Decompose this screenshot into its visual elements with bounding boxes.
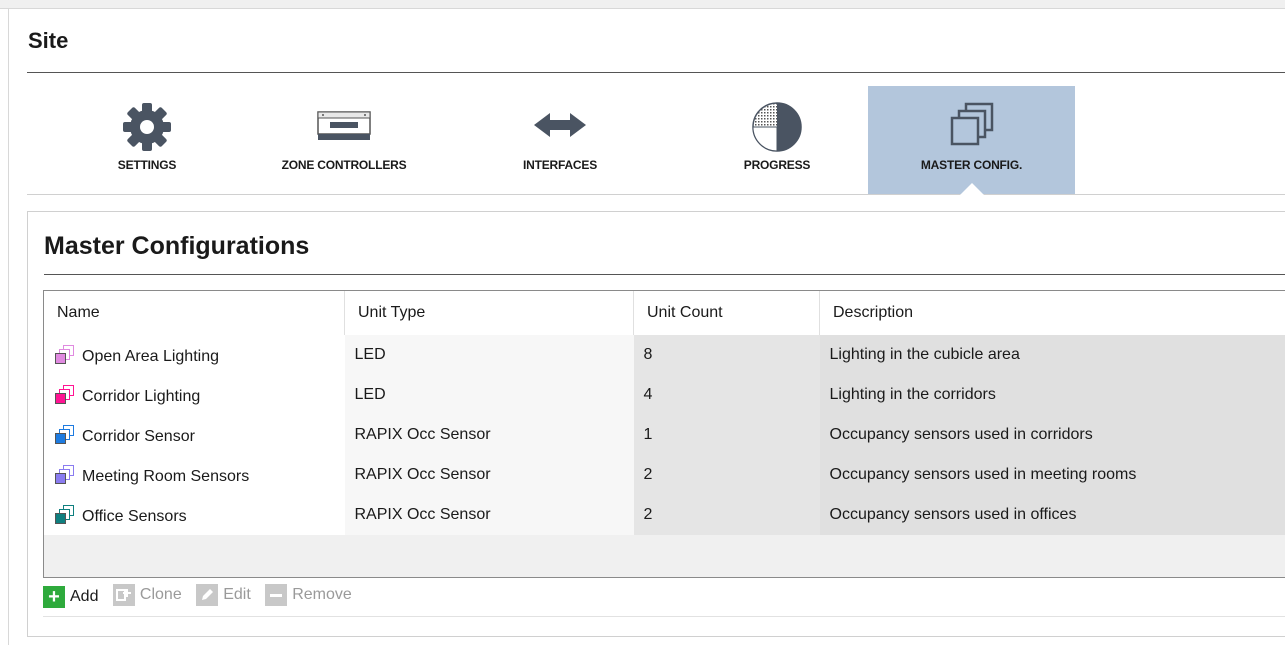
cell-unit-count: 8	[633, 335, 820, 375]
cell-unit-count: 2	[633, 455, 820, 495]
interfaces-arrows-icon	[532, 110, 588, 145]
column-header-unit-count[interactable]: Unit Count	[633, 291, 820, 335]
cell-description: Occupancy sensors used in offices	[819, 495, 1285, 535]
cell-description: Occupancy sensors used in meeting rooms	[819, 455, 1285, 495]
cell-description: Lighting in the cubicle area	[819, 335, 1285, 375]
nav-zone-controllers[interactable]: ZONE CONTROLLERS	[259, 86, 429, 194]
column-header-name[interactable]: Name	[44, 291, 345, 335]
toolbar-divider	[43, 616, 1285, 617]
master-config-color-icon	[54, 504, 76, 525]
master-config-color-icon	[54, 384, 76, 405]
cell-unit-type: RAPIX Occ Sensor	[344, 415, 634, 455]
minus-icon	[265, 584, 288, 606]
nav-master-config[interactable]: MASTER CONFIG.	[868, 86, 1075, 195]
edit-button[interactable]: Edit	[196, 584, 251, 606]
panel-title: Master Configurations	[44, 232, 310, 260]
pencil-icon	[196, 584, 219, 606]
site-nav-bar: SETTINGS ZONE CONTROLLERS INTERFACES PRO…	[27, 86, 1285, 195]
remove-button-label: Remove	[292, 586, 352, 603]
column-header-unit-type[interactable]: Unit Type	[344, 291, 634, 335]
table-row[interactable]: Open Area Lighting LED 8 Lighting in the cu…	[44, 335, 1285, 375]
progress-pie-icon	[749, 100, 805, 159]
cell-description: Occupancy sensors used in corridors	[819, 415, 1285, 455]
nav-settings[interactable]: SETTINGS	[77, 86, 217, 194]
cell-description: Lighting in the corridors	[819, 375, 1285, 415]
nav-settings-label: SETTINGS	[117, 158, 177, 172]
site-title-divider	[27, 72, 1285, 73]
cell-name-text: Meeting Room Sensors	[82, 467, 250, 485]
zone-controller-icon	[316, 108, 372, 153]
master-config-panel: Master Configurations Name Unit Type Uni…	[27, 211, 1285, 637]
clone-button-label: Clone	[139, 586, 182, 603]
remove-button[interactable]: Remove	[265, 584, 352, 606]
cell-unit-type: RAPIX Occ Sensor	[344, 495, 634, 535]
table-row[interactable]: Corridor Sensor RAPIX Occ Sensor 1 Occupanc…	[44, 415, 1285, 455]
cell-name-text: Open Area Lighting	[82, 347, 219, 365]
nav-interfaces-label: INTERFACES	[522, 158, 597, 172]
cell-unit-count: 4	[633, 375, 820, 415]
table-row[interactable]: Corridor Lighting LED 4 Lighting in the cor…	[44, 375, 1285, 415]
add-button-label: Add	[70, 588, 99, 605]
nav-progress[interactable]: PROGRESS	[707, 86, 847, 194]
column-header-description[interactable]: Description	[819, 291, 1285, 335]
add-button[interactable]: + Add	[43, 586, 98, 608]
master-config-color-icon	[54, 344, 76, 365]
nav-master-config-label: MASTER CONFIG.	[920, 158, 1023, 172]
gear-icon	[119, 100, 175, 159]
cell-unit-type: LED	[344, 335, 634, 375]
cell-name: Open Area Lighting	[44, 335, 345, 375]
nav-progress-label: PROGRESS	[743, 158, 811, 172]
cell-unit-count: 2	[633, 495, 820, 535]
panel-title-divider	[44, 274, 1285, 275]
table-row[interactable]: Meeting Room Sensors RAPIX Occ Sensor 2 Occ…	[44, 455, 1285, 495]
nav-zone-controllers-label: ZONE CONTROLLERS	[281, 158, 407, 172]
table-toolbar: + Add Clone Edit Remove	[43, 584, 362, 614]
clone-icon	[112, 584, 135, 606]
cell-unit-count: 1	[633, 415, 820, 455]
master-config-table[interactable]: Name Unit Type Unit Count Description Op…	[43, 290, 1285, 578]
cell-unit-type: LED	[344, 375, 634, 415]
active-tab-pointer	[959, 183, 984, 195]
edit-button-label: Edit	[223, 586, 251, 603]
site-title: Site	[28, 28, 69, 53]
nav-interfaces[interactable]: INTERFACES	[495, 86, 625, 194]
master-config-icon	[944, 100, 1000, 159]
cell-name-text: Office Sensors	[82, 507, 187, 525]
window-left-frame	[8, 8, 9, 645]
cell-name-text: Corridor Lighting	[82, 387, 201, 405]
add-plus-icon: +	[43, 586, 65, 608]
cell-name: Meeting Room Sensors	[44, 455, 345, 495]
table-header-row: Name Unit Type Unit Count Description	[44, 291, 1285, 335]
cell-unit-type: RAPIX Occ Sensor	[344, 455, 634, 495]
master-config-color-icon	[54, 424, 76, 445]
window-top-frame	[0, 0, 1285, 9]
cell-name: Corridor Lighting	[44, 375, 345, 415]
clone-button[interactable]: Clone	[112, 584, 182, 606]
cell-name: Office Sensors	[44, 495, 345, 535]
master-config-color-icon	[54, 464, 76, 485]
cell-name-text: Corridor Sensor	[82, 427, 195, 445]
table-row[interactable]: Office Sensors RAPIX Occ Sensor 2 Occupancy…	[44, 495, 1285, 535]
cell-name: Corridor Sensor	[44, 415, 345, 455]
